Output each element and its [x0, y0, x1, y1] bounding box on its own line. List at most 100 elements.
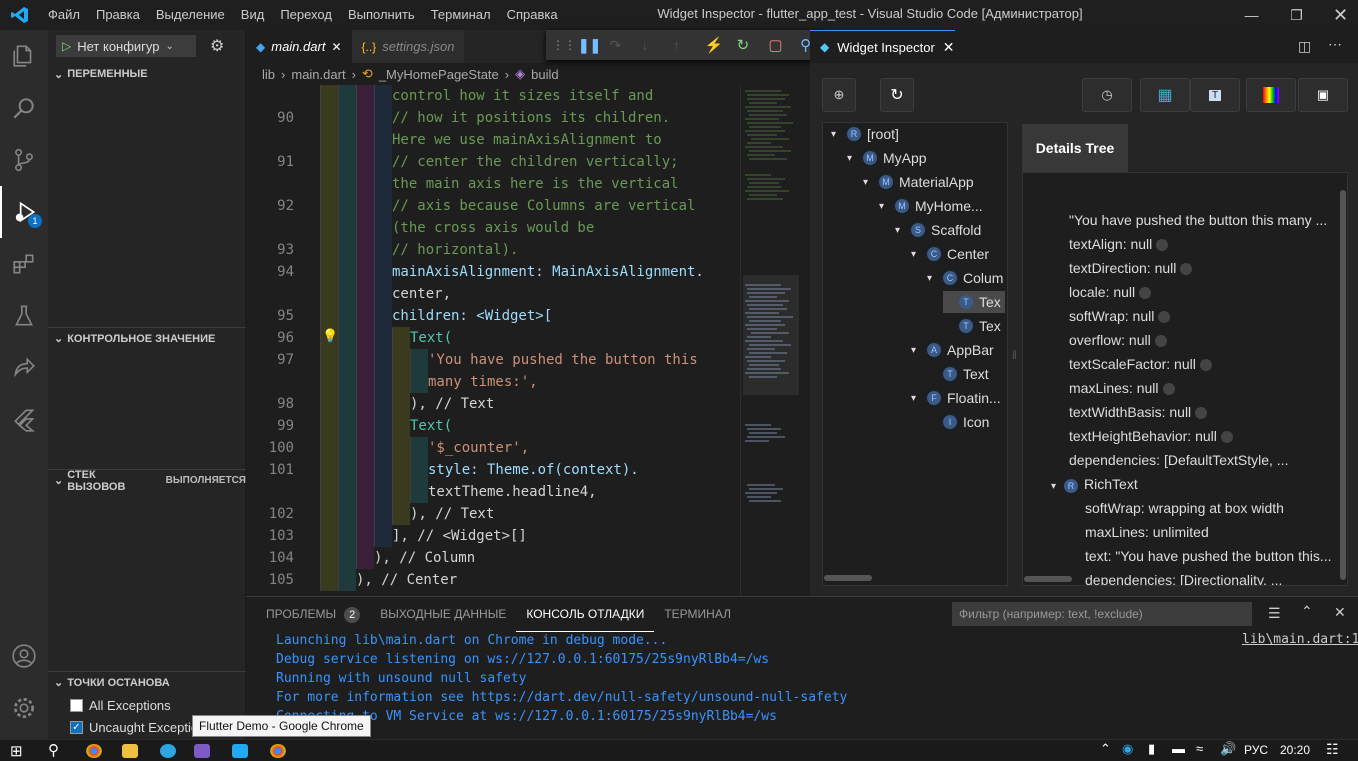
- console-filter-input[interactable]: Фильтр (например: text, !exclude): [952, 602, 1252, 626]
- breadcrumb-item[interactable]: build: [531, 67, 558, 82]
- vscode-taskbar-icon[interactable]: [232, 744, 248, 758]
- close-icon[interactable]: ✕: [943, 39, 955, 56]
- code-line[interactable]: 101 style: Theme.of(context).: [246, 459, 736, 481]
- code-line[interactable]: 98), // Text: [246, 393, 736, 415]
- step-out-icon[interactable]: ↑: [673, 37, 705, 53]
- chevron-down-icon[interactable]: ▾: [911, 393, 921, 404]
- stop-icon[interactable]: ▢: [768, 36, 800, 54]
- chevron-down-icon[interactable]: ▾: [847, 153, 857, 164]
- variables-section-header[interactable]: ⌄ ПЕРЕМЕННЫЕ: [48, 63, 246, 85]
- testing-icon[interactable]: [0, 290, 48, 342]
- step-into-icon[interactable]: ↓: [641, 37, 673, 53]
- tree-node[interactable]: T Tex: [943, 315, 1001, 337]
- close-window-button[interactable]: ✕: [1318, 0, 1358, 30]
- detail-property[interactable]: locale: null: [1069, 281, 1152, 303]
- maximize-panel-icon[interactable]: ⌃: [1301, 603, 1313, 620]
- code-line[interactable]: 100 '$_counter',: [246, 437, 736, 459]
- breadcrumb-item[interactable]: _MyHomePageState: [379, 67, 499, 82]
- maximize-button[interactable]: ❐: [1274, 0, 1319, 30]
- tab-settings-json[interactable]: {..} settings.json: [351, 30, 465, 63]
- menu-item[interactable]: Переход: [272, 0, 340, 30]
- breadcrumb-item[interactable]: lib: [262, 67, 275, 82]
- code-line[interactable]: many times:',: [246, 371, 736, 393]
- checkbox[interactable]: ✓: [70, 720, 83, 734]
- detail-property[interactable]: ▾ R RichText: [1051, 473, 1138, 495]
- code-line[interactable]: 104), // Column: [246, 547, 736, 569]
- search-icon[interactable]: ⚲: [48, 741, 59, 759]
- code-line[interactable]: (the cross axis would be: [246, 217, 736, 239]
- drag-handle-icon[interactable]: ⋮⋮: [552, 38, 578, 52]
- code-line[interactable]: 95 children: <Widget>[: [246, 305, 736, 327]
- detail-property[interactable]: maxLines: unlimited: [1085, 521, 1209, 543]
- battery-icon[interactable]: ▬: [1172, 741, 1185, 756]
- watch-section-header[interactable]: ⌄ КОНТРОЛЬНОЕ ЗНАЧЕНИЕ: [48, 327, 246, 349]
- details-horizontal-scrollbar[interactable]: [1024, 576, 1072, 582]
- chevron-down-icon[interactable]: ▾: [879, 201, 889, 212]
- code-line[interactable]: 91 // center the children vertically;: [246, 151, 736, 173]
- flutter-icon[interactable]: [0, 394, 48, 446]
- search-icon[interactable]: [0, 82, 48, 134]
- menu-item[interactable]: Выделение: [148, 0, 233, 30]
- tree-node[interactable]: ▾ F Floatin...: [911, 387, 1001, 409]
- tree-node[interactable]: ▾ M MaterialApp: [863, 171, 974, 193]
- code-line[interactable]: Here we use mainAxisAlignment to: [246, 129, 736, 151]
- split-editor-icon[interactable]: ◫: [1298, 38, 1311, 55]
- widget-tree-scrollbar[interactable]: [824, 575, 872, 581]
- code-line[interactable]: 94 mainAxisAlignment: MainAxisAlignment.: [246, 261, 736, 283]
- usb-icon[interactable]: ▮: [1148, 741, 1155, 757]
- tree-node[interactable]: ▾ C Colum: [927, 267, 1003, 289]
- detail-property[interactable]: maxLines: null: [1069, 377, 1175, 399]
- chevron-down-icon[interactable]: ▾: [831, 129, 841, 140]
- notifications-icon[interactable]: ☷: [1326, 741, 1339, 758]
- tree-node[interactable]: ▾ M MyHome...: [879, 195, 983, 217]
- menu-item[interactable]: Терминал: [423, 0, 499, 30]
- debug-settings-gear-icon[interactable]: ⚙: [210, 36, 224, 56]
- repaint-rainbow-button[interactable]: [1246, 78, 1296, 112]
- breakpoint-item[interactable]: All Exceptions: [70, 694, 246, 716]
- windows-start-icon[interactable]: ⊞: [10, 742, 23, 760]
- code-line[interactable]: 103], // <Widget>[]: [246, 525, 736, 547]
- panel-tab[interactable]: ПРОБЛЕМЫ 2: [256, 597, 370, 631]
- chevron-down-icon[interactable]: ▾: [895, 225, 905, 236]
- input-language[interactable]: РУС: [1244, 743, 1268, 757]
- code-line[interactable]: 99 Text(: [246, 415, 736, 437]
- select-widget-mode-button[interactable]: ⊕: [822, 78, 856, 112]
- chevron-down-icon[interactable]: ▾: [863, 177, 873, 188]
- run-debug-icon[interactable]: 1: [0, 186, 48, 238]
- tree-node[interactable]: ▾ S Scaffold: [895, 219, 981, 241]
- tree-node[interactable]: ▾ R [root]: [831, 123, 899, 145]
- code-line[interactable]: textTheme.headline4,: [246, 481, 736, 503]
- detail-property[interactable]: softWrap: null: [1069, 305, 1171, 327]
- detail-property[interactable]: softWrap: wrapping at box width: [1085, 497, 1284, 519]
- tab-main-dart[interactable]: ◆ main.dart ✕: [246, 30, 352, 63]
- clear-console-icon[interactable]: ☰: [1268, 605, 1281, 622]
- invert-images-button[interactable]: ▣: [1298, 78, 1348, 112]
- chevron-down-icon[interactable]: ▾: [911, 249, 921, 260]
- tray-app-icon[interactable]: ◉: [1122, 741, 1133, 757]
- source-link[interactable]: lib\main.dart:1: [1242, 632, 1358, 647]
- minimap[interactable]: [740, 85, 800, 596]
- chevron-down-icon[interactable]: ▾: [911, 345, 921, 356]
- detail-property[interactable]: textHeightBehavior: null: [1069, 425, 1233, 447]
- extensions-icon[interactable]: [0, 238, 48, 290]
- detail-property[interactable]: textAlign: null: [1069, 233, 1169, 255]
- account-icon[interactable]: [0, 630, 48, 682]
- wifi-icon[interactable]: ≈: [1196, 741, 1203, 756]
- menu-item[interactable]: Вид: [233, 0, 273, 30]
- panel-tab[interactable]: ВЫХОДНЫЕ ДАННЫЕ: [370, 597, 516, 631]
- tree-node[interactable]: ▾ M MyApp: [847, 147, 927, 169]
- refresh-tree-button[interactable]: ↻: [880, 78, 914, 112]
- detail-property[interactable]: dependencies: [Directionality, ...: [1085, 569, 1282, 585]
- tree-node[interactable]: T Tex: [943, 291, 1005, 313]
- splitter-handle[interactable]: ‖: [1012, 348, 1017, 362]
- checkbox[interactable]: [70, 698, 83, 712]
- detail-property[interactable]: textDirection: null: [1069, 257, 1193, 279]
- code-line[interactable]: the main axis here is the vertical: [246, 173, 736, 195]
- code-line[interactable]: 96 Text(: [246, 327, 736, 349]
- step-over-icon[interactable]: ↷: [610, 37, 642, 54]
- detail-property[interactable]: textWidthBasis: null: [1069, 401, 1208, 423]
- code-line[interactable]: center,: [246, 283, 736, 305]
- explorer-icon[interactable]: [0, 30, 48, 82]
- chevron-down-icon[interactable]: ▾: [1051, 481, 1056, 492]
- file-explorer-icon[interactable]: [122, 744, 138, 758]
